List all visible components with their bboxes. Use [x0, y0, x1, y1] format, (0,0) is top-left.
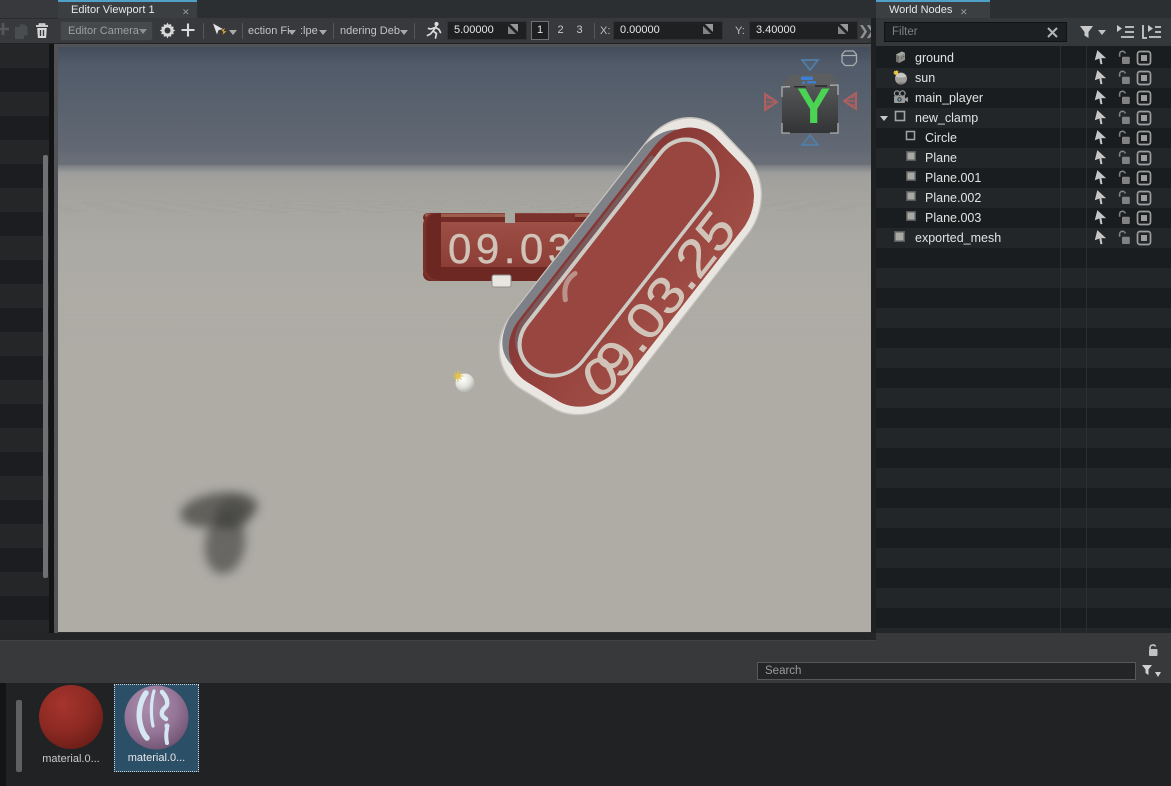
svg-text:Y: Y — [797, 78, 830, 134]
